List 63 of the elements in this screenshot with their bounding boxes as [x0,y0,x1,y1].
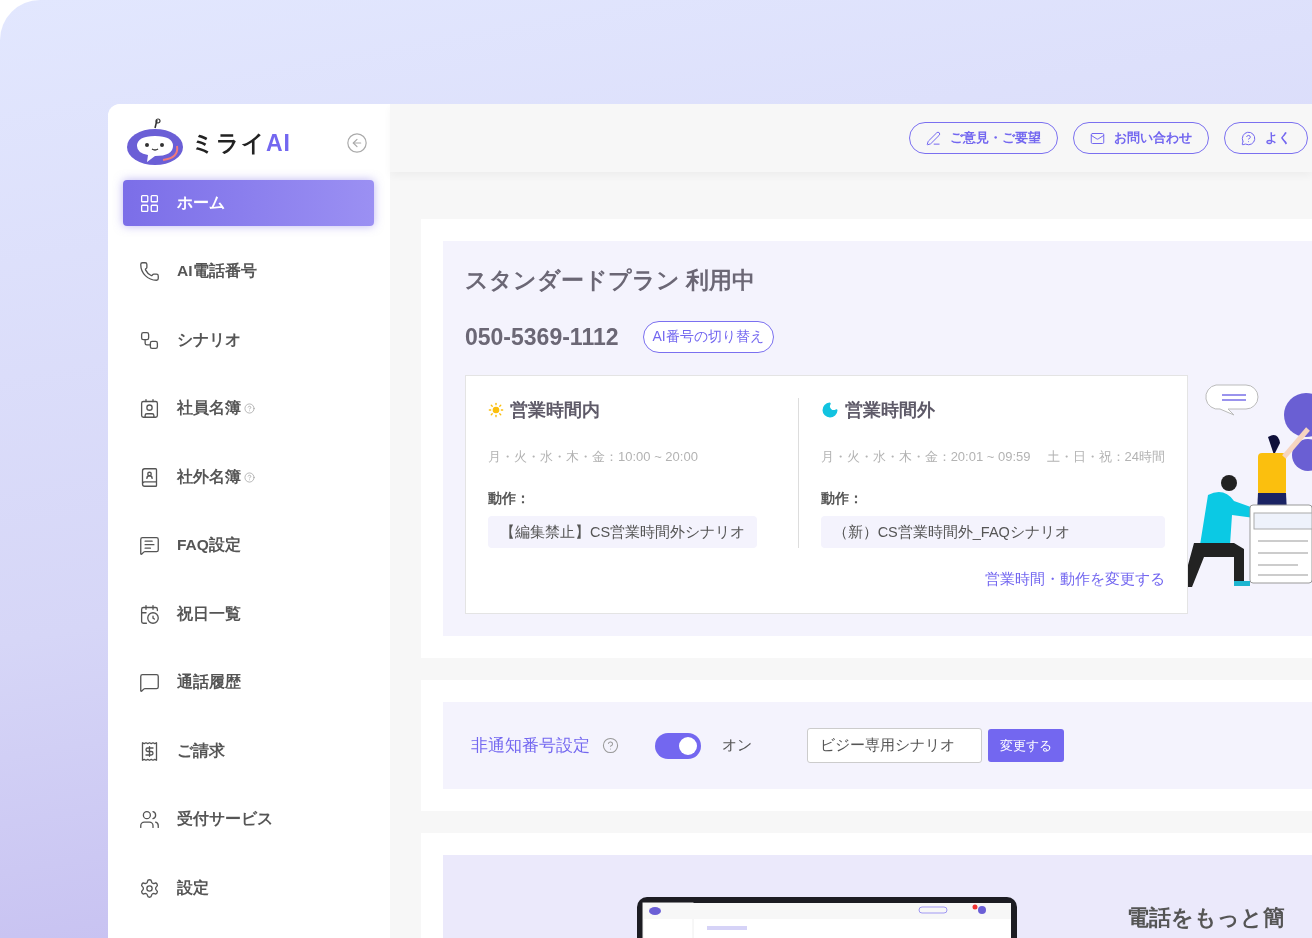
flowchart-icon [139,329,160,351]
settings-icon [139,877,160,899]
help-icon[interactable] [244,403,255,414]
nav-label: FAQ設定 [177,535,241,555]
change-hours-link[interactable]: 営業時間・動作を変更する [985,570,1165,589]
sun-icon [488,402,504,418]
grid-icon [139,192,160,214]
brand-logo-text: ミライ AI [191,128,291,158]
nav-label: 社外名簿 [177,466,241,487]
nav-item[interactable]: ご請求 [123,728,374,774]
people-icon [139,809,160,830]
schedule-text: 月・火・水・木・金：20:01 ~ 09:59 [820,448,1031,466]
action-scenario: （新）CS営業時間外_FAQシナリオ [820,516,1165,548]
setting-label: 非通知番号設定 [471,734,590,756]
moon-icon [820,401,839,419]
contact-book-icon [139,398,160,419]
nav-item[interactable]: AI電話番号 [123,248,374,295]
nav-item[interactable]: 社員名簿 [123,385,374,432]
nav-item[interactable]: ホーム [123,180,374,226]
robot-logo-icon [125,118,185,168]
nav-label: ご請求 [177,740,225,761]
nav-item[interactable]: 社外名簿 [123,454,374,500]
nav-label: 設定 [177,877,209,898]
nav-label: 祝日一覧 [177,603,241,624]
promo-heading: 電話をもっと簡 [1127,904,1285,932]
phone-book-icon [139,466,160,488]
nav-label: 社員名簿 [177,398,241,418]
toggle-switch[interactable] [655,732,701,759]
toggle-state-label: オン [722,736,752,755]
chat-icon [139,535,160,556]
nav-item[interactable]: 設定 [123,865,374,911]
receipt-icon [139,740,160,762]
schedule-text: 月・火・水・木・金：10:00 ~ 20:00 [488,448,698,466]
action-scenario: 【編集禁止】CS営業時間外シナリオ [488,516,758,548]
nav-label: シナリオ [177,329,241,350]
hours-title: 営業時間内 [510,399,600,422]
scenario-field[interactable]: ビジー専用シナリオ [807,728,982,763]
collapse-icon[interactable] [346,132,368,154]
nav-label: 通話履歴 [177,672,241,692]
action-label: 動作： [820,490,864,508]
mail-icon [1090,130,1105,146]
phone-icon [139,261,160,282]
phone-number: 050-5369-1112 [465,323,619,351]
nav-item[interactable]: 受付サービス [123,796,374,843]
calendar-clock-icon [139,603,160,625]
change-button[interactable]: 変更する [988,729,1064,762]
nav-label: AI電話番号 [177,261,257,281]
help-icon[interactable] [602,737,619,754]
plan-title: スタンダードプラン 利用中 [465,266,757,295]
nav-item[interactable]: FAQ設定 [123,522,374,569]
schedule-text: 土・日・祝：24時間 [1046,448,1165,466]
nav-label: 受付サービス [177,809,273,829]
message-icon [139,672,160,693]
pen-icon [926,130,941,146]
question-chat-icon [1241,130,1256,146]
nav-label: ホーム [177,192,225,213]
hours-title: 営業時間外 [844,399,935,422]
nav-item[interactable]: 祝日一覧 [123,591,374,637]
action-label: 動作： [488,490,531,508]
nav-item[interactable]: 通話履歴 [123,659,374,706]
help-icon[interactable] [244,471,255,483]
nav-item[interactable]: シナリオ [123,317,374,363]
switch-number-button[interactable]: AI番号の切り替え [642,321,774,353]
